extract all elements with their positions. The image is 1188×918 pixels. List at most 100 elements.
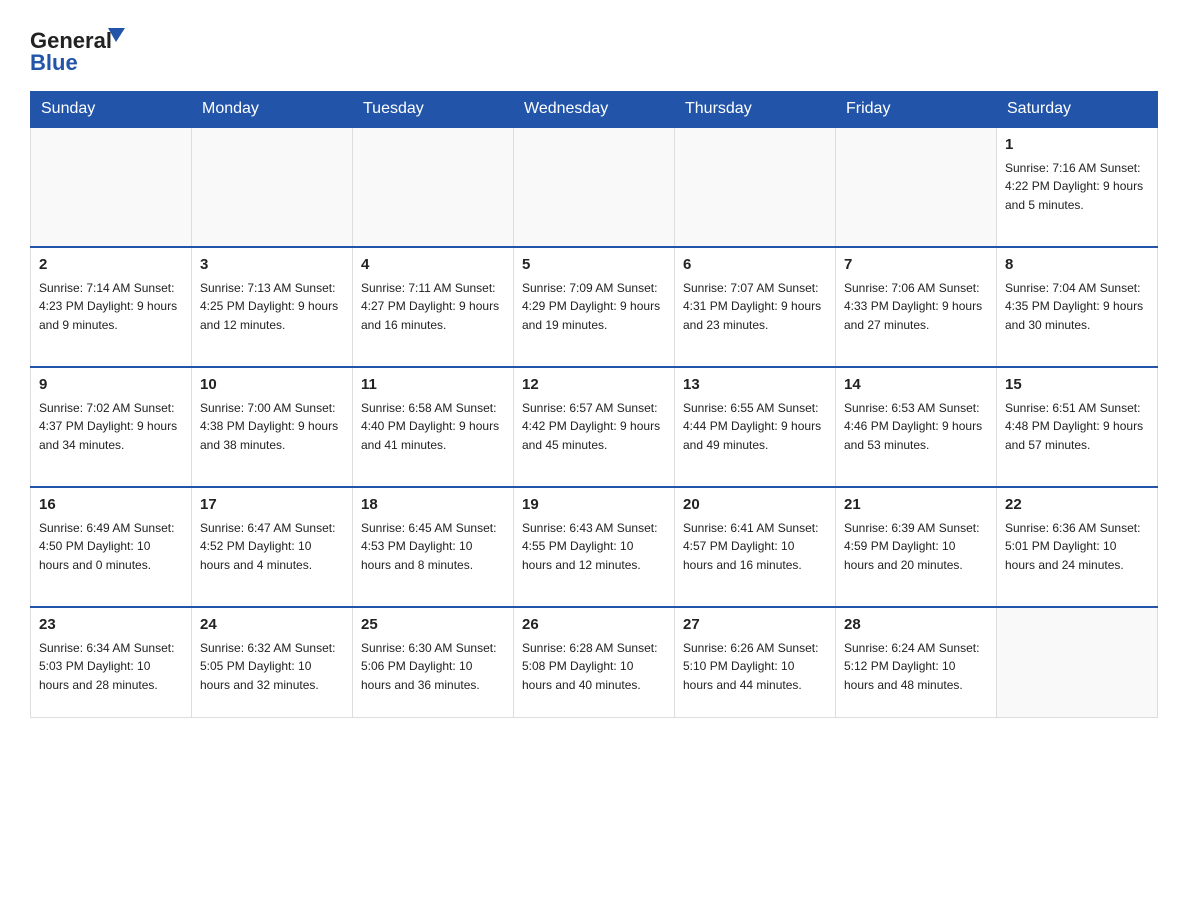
day-number: 11 — [361, 374, 505, 397]
day-info: Sunrise: 7:02 AM Sunset: 4:37 PM Dayligh… — [39, 401, 177, 453]
day-number: 27 — [683, 614, 827, 637]
day-info: Sunrise: 7:07 AM Sunset: 4:31 PM Dayligh… — [683, 281, 821, 333]
day-info: Sunrise: 7:11 AM Sunset: 4:27 PM Dayligh… — [361, 281, 499, 333]
calendar-cell: 12 Sunrise: 6:57 AM Sunset: 4:42 PM Dayli… — [514, 367, 675, 487]
day-number: 17 — [200, 494, 344, 517]
day-number: 4 — [361, 254, 505, 277]
day-info: Sunrise: 7:16 AM Sunset: 4:22 PM Dayligh… — [1005, 161, 1143, 213]
day-number: 9 — [39, 374, 183, 397]
day-number: 3 — [200, 254, 344, 277]
day-info: Sunrise: 6:28 AM Sunset: 5:08 PM Dayligh… — [522, 641, 657, 693]
logo-svg: GeneralBlue — [30, 20, 140, 75]
calendar-cell: 17 Sunrise: 6:47 AM Sunset: 4:52 PM Dayli… — [192, 487, 353, 607]
day-info: Sunrise: 6:34 AM Sunset: 5:03 PM Dayligh… — [39, 641, 174, 693]
day-number: 24 — [200, 614, 344, 637]
day-info: Sunrise: 6:58 AM Sunset: 4:40 PM Dayligh… — [361, 401, 499, 453]
calendar-cell — [514, 127, 675, 247]
day-number: 1 — [1005, 134, 1149, 157]
calendar-cell: 9 Sunrise: 7:02 AM Sunset: 4:37 PM Daylig… — [31, 367, 192, 487]
day-info: Sunrise: 6:45 AM Sunset: 4:53 PM Dayligh… — [361, 521, 496, 573]
logo: GeneralBlue — [30, 20, 140, 75]
day-number: 22 — [1005, 494, 1149, 517]
page-header: GeneralBlue — [30, 20, 1158, 75]
calendar-cell: 26 Sunrise: 6:28 AM Sunset: 5:08 PM Dayli… — [514, 607, 675, 717]
calendar-cell: 15 Sunrise: 6:51 AM Sunset: 4:48 PM Dayli… — [997, 367, 1158, 487]
header-tuesday: Tuesday — [353, 92, 514, 128]
day-info: Sunrise: 6:49 AM Sunset: 4:50 PM Dayligh… — [39, 521, 174, 573]
calendar-cell: 16 Sunrise: 6:49 AM Sunset: 4:50 PM Dayli… — [31, 487, 192, 607]
svg-text:Blue: Blue — [30, 50, 78, 75]
day-info: Sunrise: 7:00 AM Sunset: 4:38 PM Dayligh… — [200, 401, 338, 453]
calendar-cell: 18 Sunrise: 6:45 AM Sunset: 4:53 PM Dayli… — [353, 487, 514, 607]
day-info: Sunrise: 6:26 AM Sunset: 5:10 PM Dayligh… — [683, 641, 818, 693]
calendar-cell — [353, 127, 514, 247]
header-wednesday: Wednesday — [514, 92, 675, 128]
calendar-cell: 10 Sunrise: 7:00 AM Sunset: 4:38 PM Dayli… — [192, 367, 353, 487]
day-info: Sunrise: 6:41 AM Sunset: 4:57 PM Dayligh… — [683, 521, 818, 573]
calendar-table: Sunday Monday Tuesday Wednesday Thursday… — [30, 91, 1158, 718]
calendar-cell: 24 Sunrise: 6:32 AM Sunset: 5:05 PM Dayli… — [192, 607, 353, 717]
day-info: Sunrise: 6:47 AM Sunset: 4:52 PM Dayligh… — [200, 521, 335, 573]
calendar-cell — [192, 127, 353, 247]
day-info: Sunrise: 6:36 AM Sunset: 5:01 PM Dayligh… — [1005, 521, 1140, 573]
calendar-cell: 25 Sunrise: 6:30 AM Sunset: 5:06 PM Dayli… — [353, 607, 514, 717]
day-number: 20 — [683, 494, 827, 517]
day-number: 25 — [361, 614, 505, 637]
day-number: 6 — [683, 254, 827, 277]
calendar-cell: 19 Sunrise: 6:43 AM Sunset: 4:55 PM Dayli… — [514, 487, 675, 607]
day-info: Sunrise: 6:32 AM Sunset: 5:05 PM Dayligh… — [200, 641, 335, 693]
day-info: Sunrise: 6:24 AM Sunset: 5:12 PM Dayligh… — [844, 641, 979, 693]
calendar-cell: 14 Sunrise: 6:53 AM Sunset: 4:46 PM Dayli… — [836, 367, 997, 487]
day-number: 7 — [844, 254, 988, 277]
header-monday: Monday — [192, 92, 353, 128]
day-number: 8 — [1005, 254, 1149, 277]
day-info: Sunrise: 6:53 AM Sunset: 4:46 PM Dayligh… — [844, 401, 982, 453]
day-number: 14 — [844, 374, 988, 397]
day-info: Sunrise: 7:09 AM Sunset: 4:29 PM Dayligh… — [522, 281, 660, 333]
calendar-cell: 13 Sunrise: 6:55 AM Sunset: 4:44 PM Dayli… — [675, 367, 836, 487]
day-number: 18 — [361, 494, 505, 517]
day-info: Sunrise: 6:55 AM Sunset: 4:44 PM Dayligh… — [683, 401, 821, 453]
day-info: Sunrise: 7:06 AM Sunset: 4:33 PM Dayligh… — [844, 281, 982, 333]
day-info: Sunrise: 6:30 AM Sunset: 5:06 PM Dayligh… — [361, 641, 496, 693]
calendar-cell — [675, 127, 836, 247]
calendar-cell — [997, 607, 1158, 717]
calendar-cell: 21 Sunrise: 6:39 AM Sunset: 4:59 PM Dayli… — [836, 487, 997, 607]
day-number: 13 — [683, 374, 827, 397]
day-info: Sunrise: 7:14 AM Sunset: 4:23 PM Dayligh… — [39, 281, 177, 333]
day-number: 16 — [39, 494, 183, 517]
calendar-cell: 3 Sunrise: 7:13 AM Sunset: 4:25 PM Daylig… — [192, 247, 353, 367]
weekday-header-row: Sunday Monday Tuesday Wednesday Thursday… — [31, 92, 1158, 128]
day-number: 19 — [522, 494, 666, 517]
calendar-cell: 8 Sunrise: 7:04 AM Sunset: 4:35 PM Daylig… — [997, 247, 1158, 367]
calendar-cell: 5Sunrise: 7:09 AM Sunset: 4:29 PM Daylig… — [514, 247, 675, 367]
day-number: 26 — [522, 614, 666, 637]
calendar-cell: 2 Sunrise: 7:14 AM Sunset: 4:23 PM Daylig… — [31, 247, 192, 367]
day-number: 15 — [1005, 374, 1149, 397]
header-friday: Friday — [836, 92, 997, 128]
header-sunday: Sunday — [31, 92, 192, 128]
calendar-cell — [31, 127, 192, 247]
calendar-cell — [836, 127, 997, 247]
calendar-cell: 27 Sunrise: 6:26 AM Sunset: 5:10 PM Dayli… — [675, 607, 836, 717]
day-number: 2 — [39, 254, 183, 277]
header-thursday: Thursday — [675, 92, 836, 128]
day-info: Sunrise: 6:57 AM Sunset: 4:42 PM Dayligh… — [522, 401, 660, 453]
calendar-cell: 11 Sunrise: 6:58 AM Sunset: 4:40 PM Dayli… — [353, 367, 514, 487]
calendar-cell: 28 Sunrise: 6:24 AM Sunset: 5:12 PM Dayli… — [836, 607, 997, 717]
day-info: Sunrise: 7:13 AM Sunset: 4:25 PM Dayligh… — [200, 281, 338, 333]
calendar-cell: 6 Sunrise: 7:07 AM Sunset: 4:31 PM Daylig… — [675, 247, 836, 367]
day-number: 21 — [844, 494, 988, 517]
day-number: 12 — [522, 374, 666, 397]
calendar-cell: 20 Sunrise: 6:41 AM Sunset: 4:57 PM Dayli… — [675, 487, 836, 607]
calendar-cell: 23 Sunrise: 6:34 AM Sunset: 5:03 PM Dayli… — [31, 607, 192, 717]
day-number: 10 — [200, 374, 344, 397]
day-number: 23 — [39, 614, 183, 637]
day-number: 28 — [844, 614, 988, 637]
header-saturday: Saturday — [997, 92, 1158, 128]
calendar-cell: 1 Sunrise: 7:16 AM Sunset: 4:22 PM Daylig… — [997, 127, 1158, 247]
day-info: Sunrise: 6:39 AM Sunset: 4:59 PM Dayligh… — [844, 521, 979, 573]
day-info: Sunrise: 7:04 AM Sunset: 4:35 PM Dayligh… — [1005, 281, 1143, 333]
day-info: Sunrise: 6:43 AM Sunset: 4:55 PM Dayligh… — [522, 521, 657, 573]
day-info: Sunrise: 6:51 AM Sunset: 4:48 PM Dayligh… — [1005, 401, 1143, 453]
